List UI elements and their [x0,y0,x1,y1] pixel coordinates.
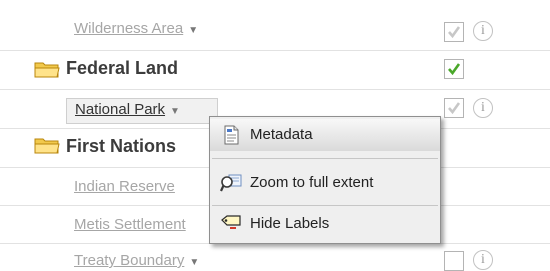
layer-label: Indian Reserve [74,178,175,195]
info-icon[interactable]: i [473,21,493,41]
chevron-down-icon[interactable]: ▼ [189,257,199,268]
visibility-checkbox[interactable] [444,59,464,79]
group-title-first-nations[interactable]: First Nations [66,136,176,157]
layer-item-treaty-boundary[interactable]: Treaty Boundary ▼ [74,252,199,269]
document-icon [224,125,239,145]
menu-item-metadata[interactable]: Metadata [210,119,440,151]
context-menu: Metadata Zoom to full extent Hide Labels [209,116,441,244]
checkmark-icon [448,63,461,76]
menu-divider [212,158,438,159]
folder-icon [34,138,60,154]
menu-item-label: Zoom to full extent [250,174,374,191]
layer-item-metis-settlement[interactable]: Metis Settlement [74,216,186,233]
info-icon[interactable]: i [473,98,493,118]
menu-item-label: Metadata [250,126,313,143]
menu-divider [212,205,438,206]
menu-item-label: Hide Labels [250,215,330,232]
checkmark-icon [448,26,461,39]
visibility-checkbox[interactable] [444,22,464,42]
row-separator [0,89,550,90]
layer-item-indian-reserve[interactable]: Indian Reserve [74,178,175,195]
group-title-federal-land[interactable]: Federal Land [66,58,178,79]
row-separator [0,50,550,51]
chevron-down-icon[interactable]: ▼ [188,25,198,36]
info-icon[interactable]: i [473,250,493,270]
menu-item-hide-labels[interactable]: Hide Labels [210,208,440,240]
layer-label: Metis Settlement [74,216,186,233]
layer-item-wilderness-area[interactable]: Wilderness Area ▼ [74,20,198,37]
visibility-checkbox[interactable] [444,251,464,271]
label-tag-icon [221,215,241,229]
chevron-down-icon[interactable]: ▼ [170,106,180,117]
menu-item-zoom-to-full-extent[interactable]: Zoom to full extent [210,167,440,199]
layer-item-national-park[interactable]: National Park ▼ [75,101,180,118]
visibility-checkbox[interactable] [444,98,464,118]
layer-label: Wilderness Area [74,20,184,37]
folder-icon [34,62,60,78]
layer-label: National Park [75,101,166,118]
layer-label: Treaty Boundary [74,252,185,269]
checkmark-icon [448,102,461,115]
zoom-extent-icon [220,174,242,192]
